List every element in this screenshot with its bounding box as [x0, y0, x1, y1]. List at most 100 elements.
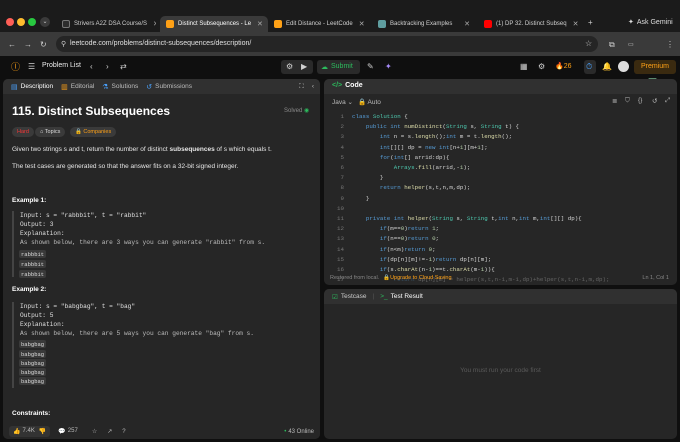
tab-solutions[interactable]: ⚗ Solutions [102, 83, 138, 91]
braces-icon[interactable]: {} [638, 97, 642, 104]
line-number: 9 [340, 194, 344, 202]
extensions-icon[interactable]: ⧉ [609, 40, 615, 50]
code-line[interactable]: if(n<m)return 0; [352, 246, 436, 253]
close-tab-icon[interactable]: ✕ [567, 20, 579, 28]
example-1-block: Input: s = "rabbbit", t = "rabbit" Outpu… [12, 211, 312, 277]
thumbs-down-icon[interactable]: 👎 [39, 428, 46, 435]
browser-tab[interactable]: Edit Distance - LeetCode ✕ [268, 16, 368, 32]
code-line[interactable]: if(dp[n][m]!=-1)return dp[n][m]; [352, 256, 491, 263]
test-panel: ☑ Testcase | >_ Test Result You must run y… [324, 289, 677, 439]
comments-button[interactable]: 💬 257 [58, 428, 78, 435]
timer-button[interactable]: ⏱ [584, 60, 596, 74]
timer-icon: ⏱ [586, 62, 593, 71]
sidebar-icon[interactable]: ▭ [628, 40, 634, 50]
upgrade-link[interactable]: 🔒 Upgrade to Cloud Saving [383, 275, 451, 281]
code-line[interactable]: for(int[] arr1d:dp){ [352, 154, 450, 161]
notes-icon[interactable]: ✎ [367, 62, 374, 72]
auto-toggle[interactable]: 🔒 Auto [358, 98, 381, 106]
tab-test-result[interactable]: >_ Test Result [380, 293, 423, 300]
close-tab-icon[interactable]: ✕ [353, 20, 365, 28]
user-avatar[interactable] [618, 61, 629, 72]
close-tab-icon[interactable]: ✕ [458, 20, 470, 28]
tab-editorial[interactable]: ▥ Editorial [61, 83, 94, 91]
address-bar[interactable]: leetcode.com/problems/distinct-subsequen… [56, 36, 598, 52]
companies-button[interactable]: 🔒 Companies [70, 127, 117, 137]
shuffle-icon[interactable]: ⇄ [120, 62, 127, 72]
debug-button[interactable]: ⚙ ▶ [281, 60, 313, 74]
topics-label: Topics [44, 129, 61, 135]
code-line[interactable]: public int numDistinct(String s, String … [352, 123, 519, 130]
code-line[interactable]: int n = s.length();int m = t.length(); [352, 133, 512, 140]
code-line[interactable]: private int helper(String s, String t,in… [352, 215, 582, 222]
back-icon[interactable]: ← [8, 40, 16, 50]
streak-counter[interactable]: 🔥26 [555, 62, 572, 70]
like-button[interactable]: 👍 7.4K 👎 [9, 426, 51, 437]
site-info-icon[interactable]: ⚲ [61, 40, 66, 50]
minimize-window-button[interactable] [17, 18, 25, 26]
code-line[interactable]: class Solution { [352, 113, 408, 120]
code-line[interactable]: return helper(s,t,n,m,dp); [352, 184, 470, 191]
close-tab-icon[interactable]: ✕ [147, 20, 156, 28]
forward-icon[interactable]: → [24, 40, 32, 50]
settings-gear-icon[interactable]: ⚙ [538, 62, 545, 72]
submit-button[interactable]: ☁ Submit [317, 60, 360, 74]
layout-icon[interactable]: ▦ [520, 62, 528, 72]
code-line[interactable]: if(m==0)return 1; [352, 225, 439, 232]
leetcode-logo-icon[interactable]: ⓛ [11, 62, 20, 72]
help-icon[interactable]: ? [122, 429, 125, 435]
code-line[interactable]: Arrays.fill(arr1d,-1); [352, 164, 471, 171]
upload-icon: ☁ [321, 64, 328, 71]
bookmark-star-icon[interactable]: ☆ [585, 39, 592, 49]
auto-label: Auto [367, 99, 381, 106]
browser-tab-active[interactable]: Distinct Subsequences - Le ✕ [160, 16, 268, 32]
comment-count: 257 [67, 428, 78, 434]
premium-button[interactable]: Premium [634, 60, 676, 74]
format-icon[interactable]: ≣ [612, 97, 617, 105]
thumbs-up-icon: 👍 [13, 429, 21, 435]
browser-tab[interactable]: (1) DP 32. Distinct Subseq ✕ [478, 16, 582, 32]
reset-icon[interactable]: ↺ [652, 97, 657, 105]
maximize-window-button[interactable] [28, 18, 36, 26]
difficulty-badge[interactable]: Hard [12, 127, 34, 137]
code-line[interactable]: } [352, 195, 370, 202]
code-line[interactable]: if(n==0)return 0; [352, 235, 439, 242]
problem-list-link[interactable]: Problem List [42, 62, 81, 69]
example-subsequence: babgbag [19, 359, 47, 367]
fullscreen-icon[interactable]: ⤢ [665, 97, 670, 105]
example-1-title: Example 1: [12, 197, 47, 204]
history-icon: ↺ [146, 83, 153, 91]
terminal-icon: >_ [380, 293, 388, 300]
desc-text: Given two strings s and t, return the nu… [12, 146, 170, 153]
code-line[interactable]: int[][] dp = new int[n+1][m+1]; [352, 144, 488, 151]
lock-icon: 🔒 [75, 129, 82, 135]
expand-icon[interactable]: ⛶ [299, 83, 304, 91]
line-number: 13 [337, 235, 344, 243]
solved-label: Solved [284, 108, 303, 114]
collapse-icon[interactable]: ‹ [312, 83, 314, 90]
browser-tab[interactable]: Strivers A2Z DSA Course/S ✕ [56, 16, 156, 32]
tab-testcase[interactable]: ☑ Testcase [332, 293, 366, 301]
code-line[interactable]: } [352, 174, 383, 181]
menu-icon[interactable]: ⋮ [666, 40, 674, 50]
tab-submissions[interactable]: ↺ Submissions [146, 83, 192, 91]
browser-tab[interactable]: Backtracking Examples ✕ [372, 16, 476, 32]
next-problem-icon[interactable]: › [106, 62, 109, 72]
reload-icon[interactable]: ↻ [40, 40, 47, 50]
share-icon[interactable]: ↗ [107, 428, 112, 435]
tab-search-icon[interactable]: ⌄ [40, 17, 50, 27]
url-text: leetcode.com/problems/distinct-subsequen… [70, 40, 252, 47]
language-select[interactable]: Java ⌄ [332, 98, 353, 106]
close-tab-icon[interactable]: ✕ [251, 20, 263, 28]
prev-problem-icon[interactable]: ‹ [90, 62, 93, 72]
close-window-button[interactable] [6, 18, 14, 26]
ask-gemini-button[interactable]: ✦ Ask Gemini [628, 18, 673, 28]
new-tab-icon[interactable]: + [588, 18, 593, 28]
tab-description[interactable]: ▤ Description [11, 83, 53, 91]
line-number: 5 [340, 153, 344, 161]
bookmark-icon[interactable]: ⛉ [625, 97, 630, 105]
ai-icon[interactable]: ✦ [385, 62, 392, 72]
notification-bell-icon[interactable]: 🔔 [602, 62, 612, 72]
run-code-message: You must run your code first [460, 367, 541, 374]
favorite-star-icon[interactable]: ☆ [92, 428, 97, 435]
topics-button[interactable]: ⌂ Topics [35, 127, 66, 137]
